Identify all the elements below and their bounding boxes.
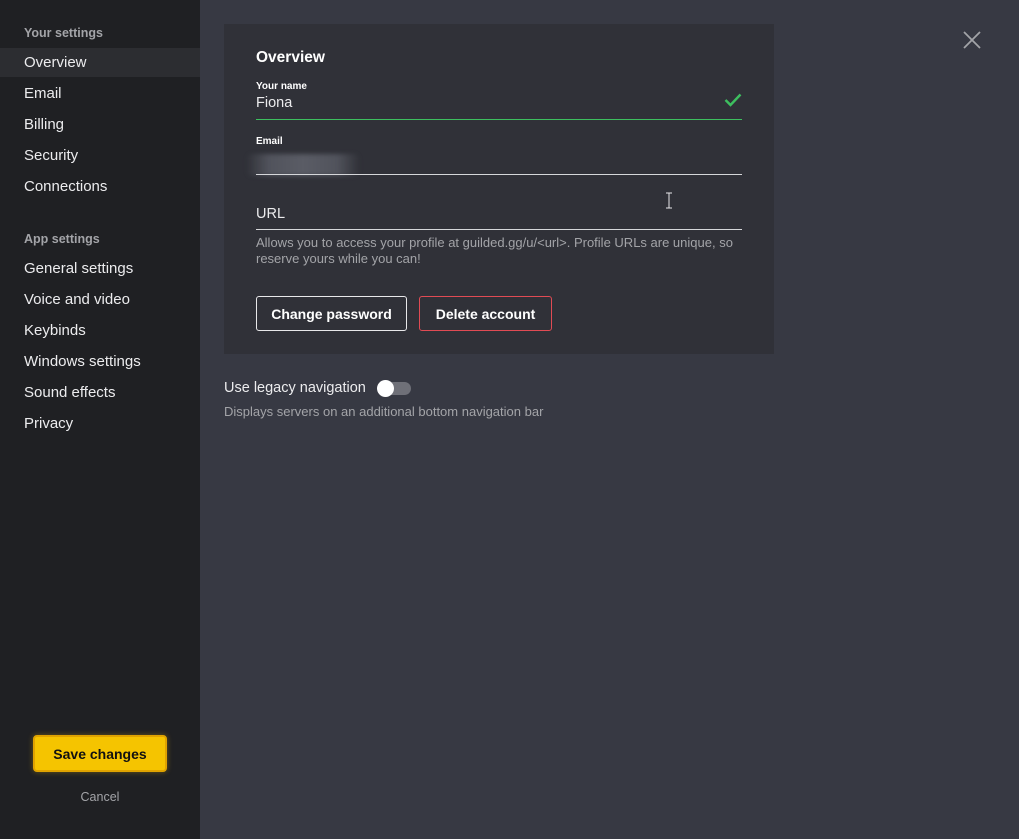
save-changes-button[interactable]: Save changes (33, 735, 167, 772)
app-settings-heading: App settings (24, 232, 100, 246)
url-field-underline (256, 229, 742, 230)
sidebar-item-privacy[interactable]: Privacy (0, 409, 200, 438)
sidebar-item-sound-effects[interactable]: Sound effects (0, 378, 200, 407)
cancel-button[interactable]: Cancel (0, 790, 200, 804)
close-icon (963, 31, 981, 49)
email-field[interactable]: Email (246, 136, 742, 176)
sidebar-item-windows-settings[interactable]: Windows settings (0, 347, 200, 376)
url-field[interactable]: URL (256, 206, 742, 230)
settings-sidebar: Your settings Overview Email Billing Sec… (0, 0, 200, 839)
check-icon (724, 93, 742, 107)
legacy-navigation-label: Use legacy navigation (224, 380, 366, 396)
overview-title: Overview (256, 49, 325, 66)
email-field-underline (256, 174, 742, 175)
overview-card: Overview Your name Fiona Email URL Allow… (224, 24, 774, 354)
text-cursor-icon (666, 192, 672, 209)
close-button[interactable] (961, 29, 983, 51)
name-field[interactable]: Your name Fiona (256, 81, 742, 121)
name-field-underline (256, 119, 742, 120)
legacy-navigation-description: Displays servers on an additional bottom… (224, 404, 544, 419)
sidebar-item-security[interactable]: Security (0, 141, 200, 170)
sidebar-item-general-settings[interactable]: General settings (0, 254, 200, 283)
sidebar-item-overview[interactable]: Overview (0, 48, 200, 77)
sidebar-item-connections[interactable]: Connections (0, 172, 200, 201)
change-password-button[interactable]: Change password (256, 296, 407, 331)
delete-account-button[interactable]: Delete account (419, 296, 552, 331)
toggle-knob (377, 380, 394, 397)
sidebar-item-voice-and-video[interactable]: Voice and video (0, 285, 200, 314)
your-settings-heading: Your settings (24, 26, 103, 40)
email-field-label: Email (256, 136, 283, 147)
sidebar-item-keybinds[interactable]: Keybinds (0, 316, 200, 345)
url-help-text: Allows you to access your profile at gui… (256, 235, 733, 266)
legacy-navigation-toggle[interactable] (377, 380, 411, 397)
sidebar-item-email[interactable]: Email (0, 79, 200, 108)
name-field-label: Your name (256, 81, 307, 92)
sidebar-item-billing[interactable]: Billing (0, 110, 200, 139)
name-input[interactable]: Fiona (256, 95, 742, 111)
blurred-email-value (246, 154, 360, 176)
